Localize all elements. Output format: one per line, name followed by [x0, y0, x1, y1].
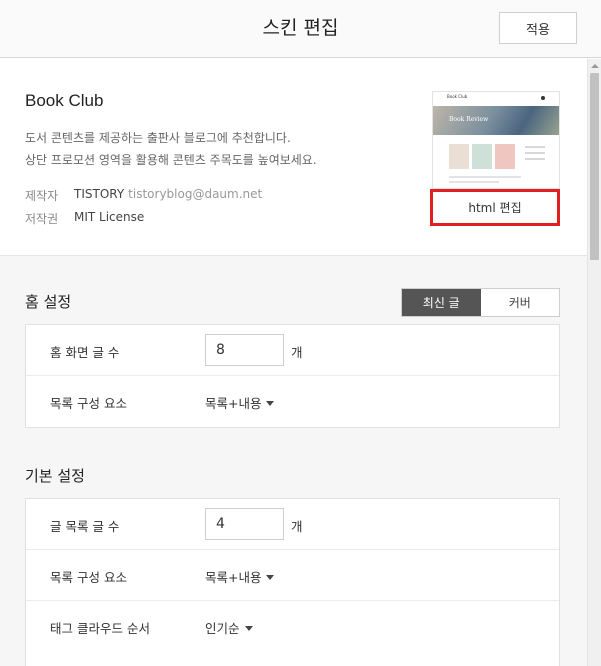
home-list-components-row: 목록 구성 요소 목록+내용 — [26, 376, 559, 427]
skin-info: Book Club 도서 콘텐츠를 제공하는 출판사 블로그에 추천합니다. 상… — [0, 59, 587, 256]
home-mode-toggle: 최신 글 커버 — [401, 288, 560, 317]
skin-thumbnail: Book Club Book Review — [432, 91, 560, 189]
dropdown-value: 인기순 — [205, 621, 240, 636]
scrollbar[interactable] — [587, 59, 601, 666]
thumbnail-card — [495, 144, 515, 169]
thumbnail-search-icon — [541, 96, 545, 100]
thumbnail-card — [472, 144, 492, 169]
thumbnail-hero: Book Review — [433, 106, 559, 135]
list-post-count-input[interactable] — [205, 508, 284, 540]
html-edit-button[interactable]: html 편집 — [432, 191, 558, 224]
thumbnail-line — [525, 158, 545, 160]
thumbnail-logo: Book Club — [447, 94, 468, 99]
license-label: 저작권 — [25, 212, 59, 226]
skin-name: Book Club — [25, 91, 104, 110]
maker-email: tistoryblog@daum.net — [128, 187, 263, 201]
thumbnail-hero-text: Book Review — [449, 116, 489, 123]
license-value: MIT License — [74, 210, 145, 224]
tag-cloud-order-dropdown[interactable]: 인기순 — [205, 618, 253, 637]
list-post-count-unit: 개 — [291, 519, 303, 534]
home-settings-title: 홈 설정 — [25, 293, 72, 311]
list-post-count-label: 글 목록 글 수 — [50, 519, 120, 534]
thumbnail-card — [449, 144, 469, 169]
maker-value: TISTORY tistoryblog@daum.net — [74, 187, 262, 201]
basic-settings-card: 글 목록 글 수 개 목록 구성 요소 목록+내용 태그 클라우드 순서 인기순 — [25, 498, 560, 666]
thumbnail-line — [525, 146, 545, 148]
header: 스킨 편집 적용 — [0, 0, 601, 58]
thumbnail-nav: Book Club — [433, 92, 559, 104]
home-settings-card: 홈 화면 글 수 개 목록 구성 요소 목록+내용 — [25, 324, 560, 428]
thumbnail-line — [449, 181, 499, 183]
settings-panel: Book Club 도서 콘텐츠를 제공하는 출판사 블로그에 추천합니다. 상… — [0, 59, 587, 666]
dropdown-value: 목록+내용 — [205, 570, 262, 585]
skin-description-line2: 상단 프로모션 영역을 활용해 콘텐츠 주목도를 높여보세요. — [25, 153, 317, 167]
toggle-cover[interactable]: 커버 — [480, 289, 559, 316]
list-components-label: 목록 구성 요소 — [50, 570, 127, 585]
scroll-up-arrow-icon[interactable] — [591, 64, 599, 68]
apply-button[interactable]: 적용 — [499, 12, 577, 44]
list-components-dropdown[interactable]: 목록+내용 — [205, 567, 275, 586]
home-post-count-unit: 개 — [291, 345, 303, 360]
caret-down-icon — [266, 401, 275, 406]
thumbnail-line — [525, 152, 545, 154]
skin-description-line1: 도서 콘텐츠를 제공하는 출판사 블로그에 추천합니다. — [25, 131, 291, 145]
toggle-latest-posts[interactable]: 최신 글 — [402, 289, 481, 316]
tag-cloud-order-row: 태그 클라우드 순서 인기순 — [26, 601, 559, 652]
home-post-count-row: 홈 화면 글 수 개 — [26, 325, 559, 376]
list-components-row: 목록 구성 요소 목록+내용 — [26, 550, 559, 601]
tag-cloud-order-label: 태그 클라우드 순서 — [50, 621, 150, 636]
scrollbar-thumb[interactable] — [590, 73, 599, 260]
list-post-count-row: 글 목록 글 수 개 — [26, 499, 559, 550]
dropdown-value: 목록+내용 — [205, 396, 262, 411]
home-post-count-input[interactable] — [205, 334, 284, 366]
maker-name: TISTORY — [74, 187, 125, 201]
home-list-components-label: 목록 구성 요소 — [50, 396, 127, 411]
thumbnail-line — [449, 176, 521, 178]
home-list-components-dropdown[interactable]: 목록+내용 — [205, 393, 275, 412]
home-post-count-label: 홈 화면 글 수 — [50, 345, 120, 360]
maker-label: 제작자 — [25, 189, 59, 203]
caret-down-icon — [266, 575, 275, 580]
basic-settings-title: 기본 설정 — [25, 467, 85, 485]
caret-down-icon — [244, 626, 253, 631]
